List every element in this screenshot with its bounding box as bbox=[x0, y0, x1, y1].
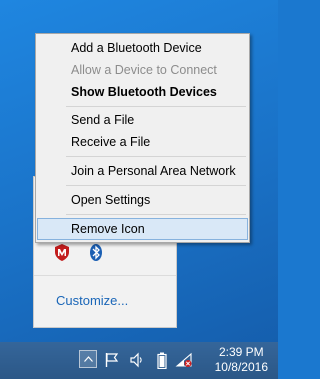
show-hidden-icons-button[interactable] bbox=[79, 350, 97, 368]
tray-overflow-icons bbox=[54, 243, 104, 261]
chevron-up-icon bbox=[83, 356, 93, 362]
menu-item-remove-icon[interactable]: Remove Icon bbox=[37, 218, 248, 240]
action-center-flag-icon[interactable] bbox=[103, 351, 121, 369]
menu-separator bbox=[66, 106, 246, 107]
menu-separator bbox=[66, 185, 246, 186]
flyout-divider bbox=[34, 275, 176, 276]
menu-item-add-bluetooth-device[interactable]: Add a Bluetooth Device bbox=[37, 37, 248, 59]
mcafee-shield-icon[interactable] bbox=[54, 243, 70, 261]
bluetooth-icon[interactable] bbox=[88, 243, 104, 261]
taskbar: 2:39 PM 10/8/2016 bbox=[0, 342, 278, 379]
menu-separator bbox=[66, 156, 246, 157]
menu-item-send-a-file[interactable]: Send a File bbox=[37, 109, 248, 131]
menu-item-receive-a-file[interactable]: Receive a File bbox=[37, 131, 248, 153]
clock-time: 2:39 PM bbox=[218, 345, 264, 359]
menu-item-join-personal-area-network[interactable]: Join a Personal Area Network bbox=[37, 160, 248, 182]
network-signal-icon[interactable] bbox=[175, 351, 193, 369]
taskbar-clock[interactable]: 2:39 PM 10/8/2016 bbox=[215, 345, 268, 375]
bluetooth-context-menu: Add a Bluetooth Device Allow a Device to… bbox=[35, 33, 250, 243]
menu-separator bbox=[66, 214, 246, 215]
volume-icon[interactable] bbox=[128, 351, 146, 369]
clock-date: 10/8/2016 bbox=[214, 360, 268, 374]
menu-item-show-bluetooth-devices[interactable]: Show Bluetooth Devices bbox=[37, 81, 248, 103]
customize-link[interactable]: Customize... bbox=[56, 293, 128, 308]
menu-item-open-settings[interactable]: Open Settings bbox=[37, 189, 248, 211]
menu-item-allow-device-to-connect: Allow a Device to Connect bbox=[71, 63, 217, 77]
battery-icon[interactable] bbox=[153, 351, 171, 369]
